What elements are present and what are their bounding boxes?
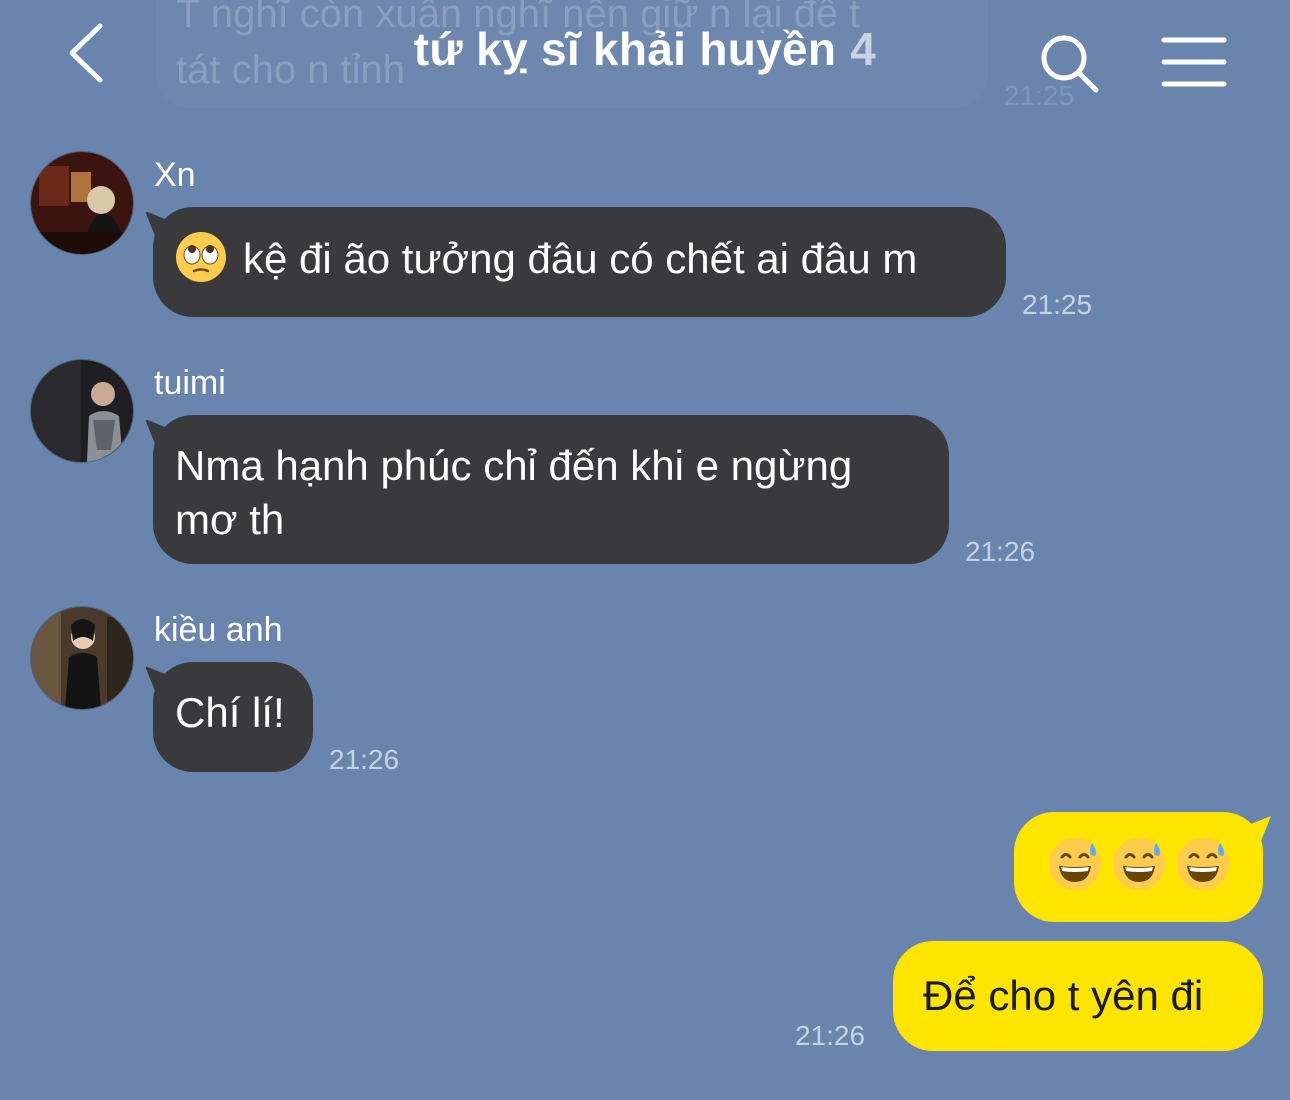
message-text: Nma hạnh phúc chỉ đến khi e ngừng mơ th xyxy=(175,442,853,543)
message-bubble[interactable]: Nma hạnh phúc chỉ đến khi e ngừng mơ th xyxy=(153,415,949,564)
avatar-image xyxy=(31,607,133,709)
message-time: 21:26 xyxy=(329,744,400,775)
message-time: 21:25 xyxy=(1022,289,1093,320)
rolling-eyes-emoji-icon xyxy=(176,232,226,282)
message-bubble[interactable]: Chí lí! xyxy=(153,662,313,772)
avatar-image xyxy=(31,360,133,462)
avatar-image xyxy=(31,152,133,254)
search-icon xyxy=(1041,35,1099,93)
message-text: Chí lí! xyxy=(175,689,285,736)
message-text: kệ đi ão tưởng đâu có chết ai đâu m xyxy=(243,235,918,282)
sender-name: Xn xyxy=(154,156,196,194)
hamburger-menu-icon xyxy=(1161,37,1227,87)
message-time: 21:26 xyxy=(965,536,1036,567)
grinning-face-with-sweat-icon xyxy=(1048,837,1101,890)
sender-name: kiều anh xyxy=(154,611,283,649)
avatar[interactable] xyxy=(30,151,134,255)
group-name: tứ kỵ sĩ khải huyền xyxy=(413,23,837,75)
chat-header: tứ kỵ sĩ khải huyền 4 xyxy=(0,0,1290,110)
outgoing-message-bubble[interactable] xyxy=(1014,812,1263,922)
avatar[interactable] xyxy=(30,359,134,463)
grinning-face-with-sweat-icon xyxy=(1176,837,1229,890)
sender-name: tuimi xyxy=(154,364,226,402)
message-text: Để cho t yên đi xyxy=(923,972,1204,1019)
outgoing-message-bubble[interactable]: Để cho t yên đi xyxy=(893,941,1263,1051)
menu-button[interactable] xyxy=(1158,34,1230,90)
grinning-face-with-sweat-icon xyxy=(1112,837,1165,890)
member-count: 4 xyxy=(850,23,877,75)
message-time: 21:26 xyxy=(795,1020,866,1051)
message-bubble[interactable]: kệ đi ão tưởng đâu có chết ai đâu m xyxy=(153,207,1006,317)
search-button[interactable] xyxy=(1036,30,1102,96)
avatar[interactable] xyxy=(30,606,134,710)
